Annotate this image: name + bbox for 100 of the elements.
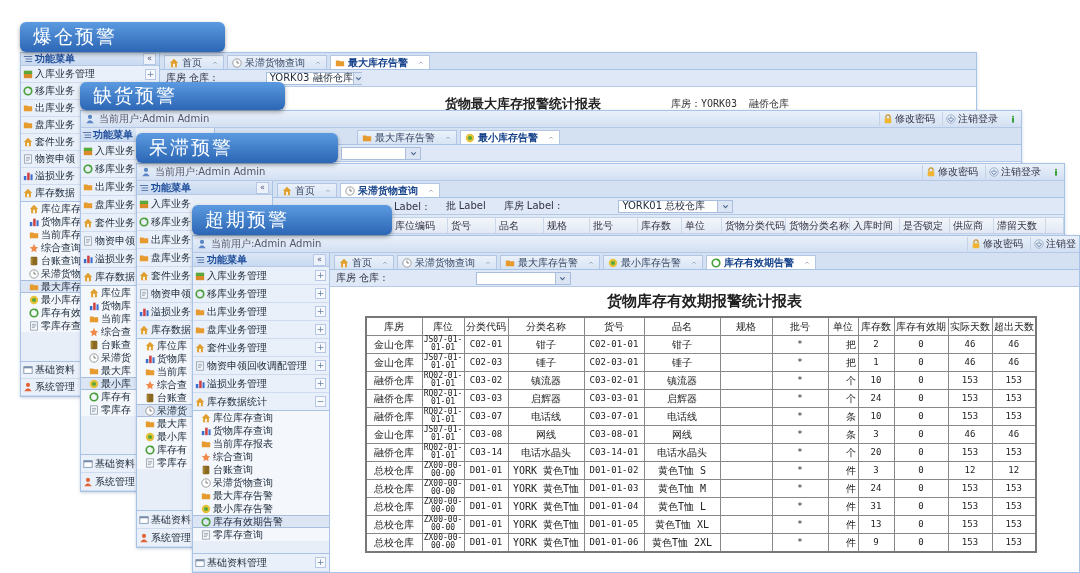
- menu-item[interactable]: 台账查询: [21, 254, 81, 267]
- menu-item[interactable]: 出库业务管理 +: [193, 303, 329, 321]
- menu-item[interactable]: 最小库: [137, 430, 193, 443]
- menu-item[interactable]: 库位库存: [21, 202, 81, 215]
- menu-item[interactable]: 综合查: [137, 378, 193, 391]
- menu-item[interactable]: 入库业务: [81, 142, 137, 160]
- dropdown[interactable]: [341, 146, 421, 160]
- menu-item[interactable]: 盘库业务: [137, 249, 193, 267]
- header-button[interactable]: 注销登: [1030, 237, 1079, 251]
- menu-item[interactable]: 移库业务: [21, 83, 81, 100]
- expand-button[interactable]: +: [315, 378, 326, 389]
- menu-item[interactable]: 移库业务: [81, 160, 137, 178]
- menu-item[interactable]: 零库存查: [21, 319, 81, 332]
- column-header[interactable]: 单位: [682, 218, 722, 233]
- menu-item[interactable]: 库位库: [137, 339, 193, 352]
- menu-item[interactable]: 盘库业务: [81, 196, 137, 214]
- menu-item[interactable]: 货物库存: [21, 215, 81, 228]
- menu-item[interactable]: 套件业务管理 +: [193, 339, 329, 357]
- menu-item[interactable]: 呆滞货物查询: [193, 476, 329, 489]
- menu-item[interactable]: 基础资料: [81, 455, 137, 473]
- menu-item[interactable]: 溢损业务: [81, 250, 137, 268]
- menu-item[interactable]: 台账查: [137, 391, 193, 404]
- dropdown[interactable]: [475, 271, 571, 285]
- tab[interactable]: 最小库存告警: [603, 255, 703, 269]
- menu-item[interactable]: 当前库存报表: [193, 437, 329, 450]
- column-header[interactable]: 货物分类名称: [786, 218, 850, 233]
- menu-item[interactable]: 最小库: [81, 377, 137, 390]
- menu-item[interactable]: 系统管理: [21, 379, 81, 396]
- menu-item[interactable]: 系统管理: [81, 473, 137, 491]
- menu-item[interactable]: 库存数据: [137, 321, 193, 339]
- menu-item[interactable]: 溢损业务: [137, 303, 193, 321]
- column-header[interactable]: 品名: [496, 218, 544, 233]
- menu-item[interactable]: 最小库存告警: [193, 502, 329, 515]
- expand-button[interactable]: +: [315, 270, 326, 281]
- menu-item[interactable]: 入库业务: [137, 195, 193, 213]
- menu-item[interactable]: 移库业务: [137, 213, 193, 231]
- menu-item[interactable]: 综合查: [81, 325, 137, 338]
- menu-item[interactable]: 库存有: [81, 390, 137, 403]
- expand-button[interactable]: +: [315, 288, 326, 299]
- header-button[interactable]: 修改密码: [879, 112, 938, 126]
- column-header[interactable]: 货物分类代码: [722, 218, 786, 233]
- header-button[interactable]: 注销登录: [985, 165, 1044, 179]
- tab[interactable]: 最大库存告警: [357, 130, 457, 144]
- menu-item[interactable]: 库位库存查询: [193, 411, 329, 424]
- menu-item[interactable]: 库存有: [137, 443, 193, 456]
- menu-item[interactable]: 基础资料: [137, 511, 193, 529]
- menu-item[interactable]: 货物库: [137, 352, 193, 365]
- menu-item[interactable]: 移库业务管理 +: [193, 285, 329, 303]
- column-header[interactable]: 货号: [448, 218, 496, 233]
- tab[interactable]: 首页: [277, 183, 337, 197]
- menu-item[interactable]: 台账查询: [193, 463, 329, 476]
- menu-item[interactable]: 零库存查询: [193, 528, 329, 541]
- column-header[interactable]: 是否锁定: [900, 218, 950, 233]
- tab[interactable]: 最大库存告警: [500, 255, 600, 269]
- collapse-button[interactable]: «: [143, 53, 156, 65]
- menu-item[interactable]: 溢损业务: [21, 168, 81, 185]
- expand-button[interactable]: +: [145, 68, 156, 80]
- menu-item[interactable]: 系统管理: [137, 529, 193, 547]
- menu-item[interactable]: 当前库: [81, 312, 137, 325]
- menu-item[interactable]: 最小库存: [21, 293, 81, 306]
- column-header[interactable]: 入库时间: [850, 218, 900, 233]
- menu-item[interactable]: 盘库业务管理 +: [193, 321, 329, 339]
- menu-item[interactable]: 当前库: [137, 365, 193, 378]
- expand-button[interactable]: +: [315, 306, 326, 317]
- expand-button[interactable]: +: [315, 557, 326, 568]
- tab[interactable]: 首页: [164, 55, 224, 69]
- menu-item[interactable]: 呆滞货: [137, 404, 193, 417]
- menu-item[interactable]: 套件业务: [21, 134, 81, 151]
- menu-item[interactable]: 物资申领: [81, 232, 137, 250]
- menu-item[interactable]: 入库业务管理 +: [193, 267, 329, 285]
- menu-item[interactable]: 呆滞货: [81, 351, 137, 364]
- menu-item[interactable]: 套件业务: [81, 214, 137, 232]
- menu-item[interactable]: 台账查: [81, 338, 137, 351]
- menu-item[interactable]: 货物库存查询: [193, 424, 329, 437]
- collapse-button[interactable]: «: [256, 181, 269, 194]
- expand-button[interactable]: −: [315, 396, 326, 407]
- menu-item[interactable]: 最大库: [137, 417, 193, 430]
- menu-item[interactable]: 物资申领: [21, 151, 81, 168]
- menu-item[interactable]: 物资申领回收调配管理 +: [193, 357, 329, 375]
- collapse-button[interactable]: «: [313, 253, 326, 266]
- menu-item[interactable]: 出库业务: [81, 178, 137, 196]
- menu-item[interactable]: 最大库: [81, 364, 137, 377]
- dropdown[interactable]: YORK01 总校仓库: [618, 199, 734, 213]
- menu-item[interactable]: 库存数据: [21, 185, 81, 202]
- tab[interactable]: 库存有效期告警: [706, 255, 816, 269]
- expand-button[interactable]: +: [315, 342, 326, 353]
- tab[interactable]: 首页: [334, 255, 394, 269]
- menu-item[interactable]: 库存数据: [81, 268, 137, 286]
- menu-item[interactable]: 库存有效: [21, 306, 81, 319]
- column-header[interactable]: 滞留天数: [994, 218, 1046, 233]
- menu-item[interactable]: 盘库业务: [21, 117, 81, 134]
- menu-item[interactable]: 库存数据统计 −: [193, 393, 329, 411]
- column-header[interactable]: 批号: [590, 218, 638, 233]
- menu-item[interactable]: 最大库存告警: [193, 489, 329, 502]
- column-header[interactable]: 规格: [544, 218, 590, 233]
- tab[interactable]: 呆滞货物查询: [397, 255, 497, 269]
- menu-item[interactable]: 入库业务管理 +: [21, 66, 159, 83]
- tab[interactable]: 呆滞货物查询: [227, 55, 327, 69]
- menu-item[interactable]: 呆滞货物: [21, 267, 81, 280]
- menu-item[interactable]: 基础资料: [21, 362, 81, 379]
